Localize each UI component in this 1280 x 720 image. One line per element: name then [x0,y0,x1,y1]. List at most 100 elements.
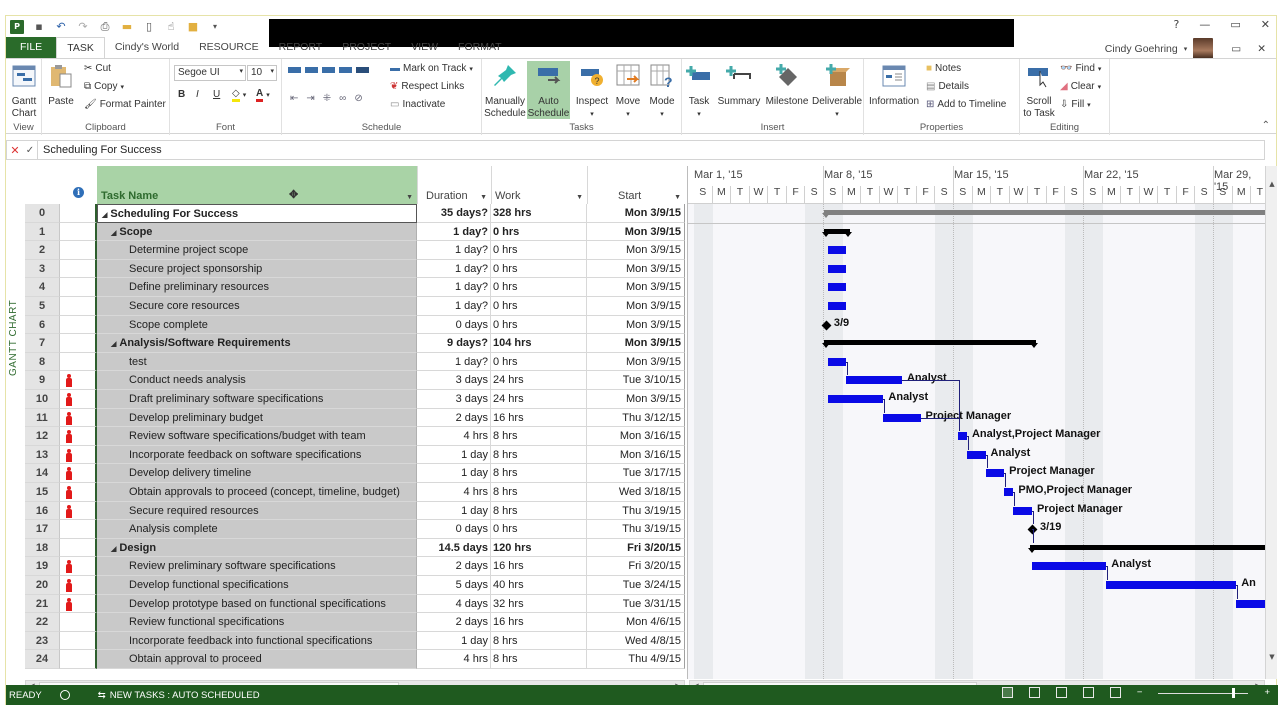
task-name-cell[interactable]: Review functional specifications [97,613,417,632]
task-name-cell[interactable]: ◢ Design [97,538,417,558]
resource-overallocated-icon[interactable] [66,560,72,574]
duration-cell[interactable]: 1 day? [417,222,491,242]
table-row[interactable]: 4 Define preliminary resources 1 day? 0 hrs… [25,278,685,297]
table-row[interactable]: 0 ◢ Scheduling For Success 35 days? 328 hrs M… [25,204,685,223]
scroll-down-icon[interactable]: ▼ [1266,653,1278,665]
view-bar-label[interactable]: GANTT CHART [8,276,19,376]
indicators-cell[interactable] [60,222,97,242]
task-name-cell[interactable]: Determine project scope [97,241,417,260]
work-cell[interactable]: 104 hrs [491,334,587,353]
folder-icon[interactable]: ■ [186,20,200,34]
dependency-link[interactable] [846,361,849,376]
work-cell[interactable]: 8 hrs [491,445,587,465]
work-filter-icon[interactable]: ▼ [576,194,583,201]
redo-icon[interactable]: ↷ [76,20,90,34]
bold-button[interactable]: B [178,89,185,100]
table-row[interactable]: 24 Obtain approval to proceed 4 hrs 8 hrs Th… [25,650,685,669]
user-account[interactable]: Cindy Goehring ▾ ▭ ✕ [1105,38,1266,59]
duration-cell[interactable]: 0 days [417,520,491,539]
minimize-button[interactable]: — [1199,18,1210,31]
table-row[interactable]: 10 Draft preliminary software specificati… [25,390,685,409]
indicators-header[interactable]: i [60,166,97,204]
open-icon[interactable]: ▬ [120,20,134,34]
outdent-icon[interactable]: ⇤ [290,93,298,104]
add-to-timeline-button[interactable]: ⊞ Add to Timeline [926,99,1006,110]
start-cell[interactable]: Thu 3/19/15 [587,520,685,539]
indicators-cell[interactable] [60,538,97,558]
customize-qat-icon[interactable]: ▾ [208,20,222,34]
start-cell[interactable]: Mon 3/9/15 [587,297,685,316]
start-cell[interactable]: Mon 3/16/15 [587,427,685,446]
resource-overallocated-icon[interactable] [66,411,72,425]
task-bar[interactable] [827,283,847,292]
start-filter-icon[interactable]: ▼ [674,194,681,201]
tab-resource[interactable]: RESOURCE [189,37,269,58]
work-cell[interactable]: 24 hrs [491,390,587,409]
work-cell[interactable]: 0 hrs [491,259,587,279]
task-name-cell[interactable]: ◢ Scheduling For Success [97,204,417,223]
duration-cell[interactable]: 1 day [417,501,491,521]
task-name-cell[interactable]: Secure required resources [97,501,417,521]
table-row[interactable]: 20 Develop functional specifications 5 day… [25,576,685,595]
start-cell[interactable]: Tue 3/10/15 [587,371,685,390]
insert-deliverable-button[interactable]: Deliverable ▾ [812,61,862,121]
dependency-link[interactable] [966,436,969,450]
fill-button[interactable]: ⇩ Fill ▾ [1060,99,1091,110]
start-cell[interactable]: Tue 3/17/15 [587,464,685,483]
print-preview-icon[interactable]: ⎙ [98,20,112,34]
save-icon[interactable]: ▪ [32,20,46,34]
indicators-cell[interactable] [60,408,97,428]
indicators-cell[interactable] [60,315,97,335]
table-row[interactable]: 1 ◢ Scope 1 day? 0 hrs Mon 3/9/15 [25,222,685,242]
start-cell[interactable]: Mon 3/9/15 [587,222,685,242]
start-cell[interactable]: Tue 3/31/15 [587,594,685,614]
move-button[interactable]: Move ▾ [612,61,644,121]
work-cell[interactable]: 328 hrs [491,204,587,223]
respect-links-button[interactable]: ❦ Respect Links [390,81,464,92]
cancel-entry-icon[interactable]: ✕ [7,144,23,157]
row-id[interactable]: 13 [25,445,60,465]
start-cell[interactable]: Mon 3/9/15 [587,204,685,223]
start-cell[interactable]: Tue 3/24/15 [587,576,685,595]
work-cell[interactable]: 0 hrs [491,278,587,297]
table-row[interactable]: 19 Review preliminary software specificat… [25,557,685,576]
row-id[interactable]: 0 [25,204,60,223]
row-id[interactable]: 12 [25,427,60,446]
indicators-cell[interactable] [60,390,97,409]
percent-0-button[interactable] [288,67,301,73]
help-button[interactable]: ? [1174,18,1180,31]
task-bar[interactable] [827,395,884,403]
task-name-cell[interactable]: ◢ Analysis/Software Requirements [97,334,417,353]
manually-schedule-button[interactable]: Manually Schedule [484,61,526,120]
task-name-cell[interactable]: Conduct needs analysis [97,371,417,390]
dependency-link[interactable] [1004,473,1007,487]
resource-overallocated-icon[interactable] [66,579,72,592]
tab-view[interactable]: VIEW [401,37,448,58]
duration-cell[interactable]: 3 days [417,371,491,390]
percent-50-button[interactable] [322,67,335,73]
find-button[interactable]: 👓 Find ▾ [1060,63,1101,74]
start-cell[interactable]: Thu 3/12/15 [587,408,685,428]
indicators-cell[interactable] [60,464,97,483]
gantt-view-icon[interactable] [1001,687,1013,698]
task-name-cell[interactable]: Scope complete [97,315,417,335]
start-cell[interactable]: Mon 3/9/15 [587,334,685,353]
resource-sheet-view-icon[interactable] [1082,687,1094,698]
indicators-cell[interactable] [60,501,97,521]
indicators-cell[interactable] [60,297,97,316]
zoom-slider[interactable] [1158,687,1249,698]
information-button[interactable]: Information [866,61,922,108]
indicators-cell[interactable] [60,483,97,502]
duration-cell[interactable]: 4 hrs [417,650,491,669]
start-cell[interactable]: Mon 3/9/15 [587,259,685,279]
work-cell[interactable]: 8 hrs [491,483,587,502]
start-cell[interactable]: Mon 3/9/15 [587,352,685,372]
confirm-entry-icon[interactable]: ✓ [23,145,37,156]
start-cell[interactable]: Wed 4/8/15 [587,631,685,651]
zoom-out-icon[interactable]: − [1137,687,1143,698]
task-name-cell[interactable]: Analysis complete [97,520,417,539]
work-cell[interactable]: 8 hrs [491,650,587,669]
zoom-in-icon[interactable]: + [1264,687,1270,698]
indicators-cell[interactable] [60,241,97,260]
work-cell[interactable]: 0 hrs [491,297,587,316]
